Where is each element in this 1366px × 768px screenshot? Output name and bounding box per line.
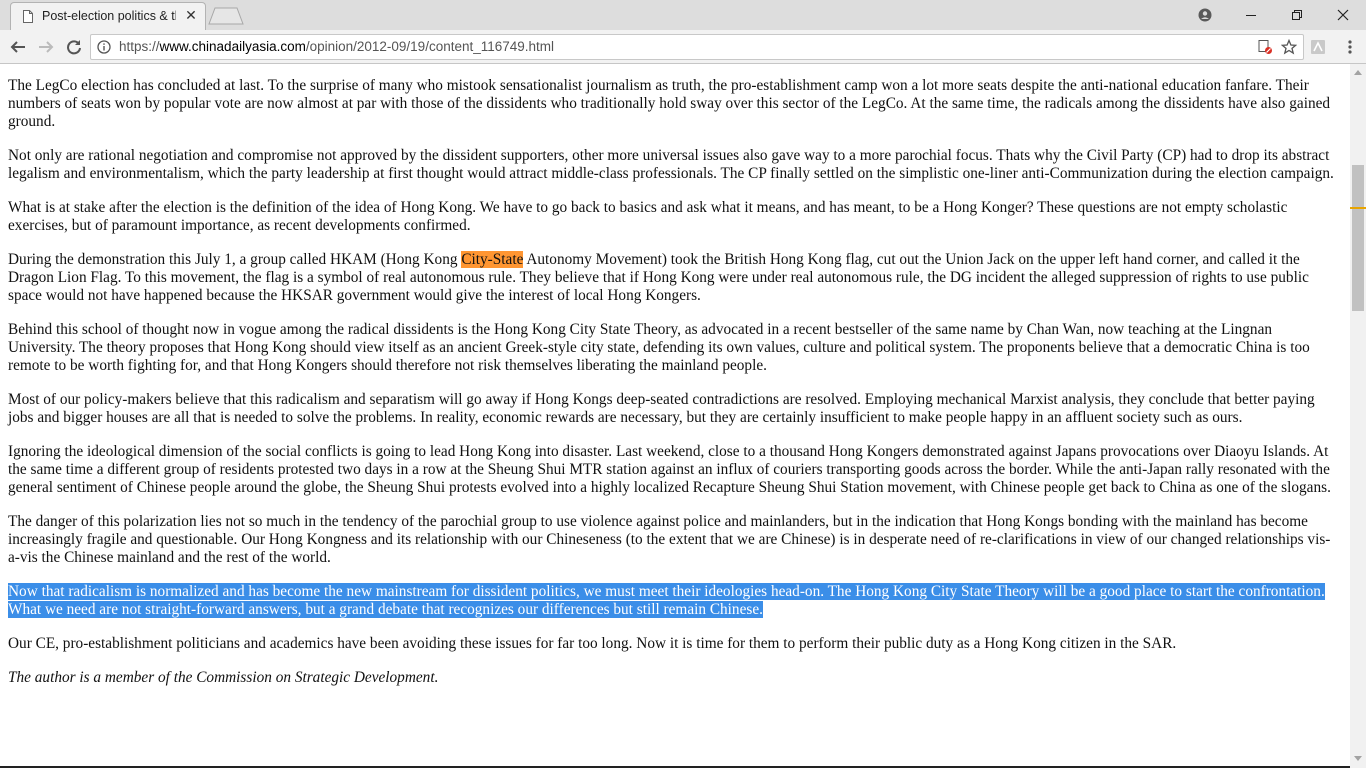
article-body: The LegCo election has concluded at last… <box>8 77 1340 703</box>
find-result-marker <box>1350 207 1366 209</box>
page-content: The LegCo election has concluded at last… <box>0 64 1350 768</box>
text-selection[interactable]: Now that radicalism is normalized and ha… <box>8 583 1325 618</box>
back-arrow-icon[interactable] <box>6 35 30 59</box>
info-icon[interactable] <box>97 40 111 54</box>
article-paragraph: Ignoring the ideological dimension of th… <box>8 443 1331 496</box>
scroll-up-icon[interactable] <box>1350 64 1366 80</box>
profile-icon[interactable] <box>1182 0 1228 30</box>
article-paragraph: Not only are rational negotiation and co… <box>8 147 1334 182</box>
new-tab-icon[interactable] <box>208 7 244 25</box>
scrollbar-thumb[interactable] <box>1352 165 1364 311</box>
article-paragraph: The danger of this polarization lies not… <box>8 513 1331 566</box>
article-paragraph: The LegCo election has concluded at last… <box>8 77 1331 130</box>
article-paragraph: During the demonstration this July 1, a … <box>8 251 1309 304</box>
tab-title: Post-election politics & th <box>42 9 176 23</box>
close-icon[interactable]: ✕ <box>183 8 199 24</box>
star-icon[interactable] <box>1281 39 1297 55</box>
minimize-icon[interactable] <box>1228 0 1274 30</box>
forward-arrow-icon[interactable] <box>34 35 58 59</box>
maximize-icon[interactable] <box>1274 0 1320 30</box>
url-text[interactable]: https://www.chinadailyasia.com/opinion/2… <box>119 39 554 54</box>
find-match-highlight: City-State <box>461 251 524 268</box>
tab-strip: Post-election politics & th ✕ <box>0 0 1366 30</box>
page-icon <box>23 10 33 23</box>
window-close-icon[interactable] <box>1320 0 1366 30</box>
browser-toolbar: https://www.chinadailyasia.com/opinion/2… <box>0 30 1366 64</box>
article-paragraph: What is at stake after the election is t… <box>8 199 1288 234</box>
tab-active[interactable]: Post-election politics & th ✕ <box>10 2 206 30</box>
address-bar[interactable]: https://www.chinadailyasia.com/opinion/2… <box>90 34 1304 60</box>
vertical-scrollbar[interactable] <box>1350 64 1366 768</box>
blocked-popup-icon[interactable] <box>1257 39 1273 55</box>
article-paragraph: Most of our policy-makers believe that t… <box>8 391 1315 426</box>
extension-icon[interactable] <box>1310 39 1326 55</box>
reload-icon[interactable] <box>62 35 86 59</box>
author-byline: The author is a member of the Commission… <box>8 669 439 686</box>
menu-icon[interactable] <box>1340 35 1360 59</box>
scroll-down-icon[interactable] <box>1350 750 1366 766</box>
article-paragraph: Our CE, pro-establishment politicians an… <box>8 635 1177 652</box>
article-paragraph: Behind this school of thought now in vog… <box>8 321 1310 374</box>
selected-paragraph[interactable]: Now that radicalism is normalized and ha… <box>8 583 1340 619</box>
